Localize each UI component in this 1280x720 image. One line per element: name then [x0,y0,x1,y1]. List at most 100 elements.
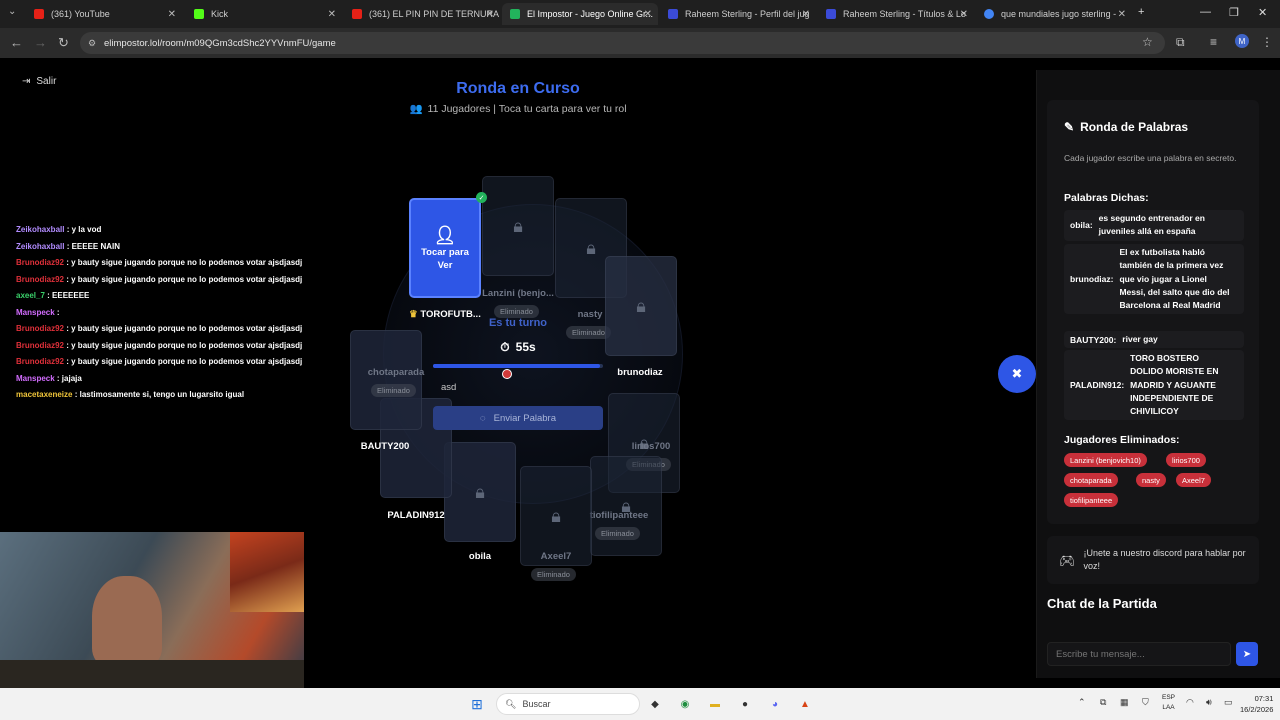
close-window-icon[interactable]: ✕ [1258,6,1267,19]
player-name: chotaparada [367,367,425,378]
tab-google[interactable]: que mundiales jugo sterling - ✕ [976,3,1132,25]
timer-progress-bar [433,364,603,368]
shield-icon[interactable]: ⛉ [1142,697,1149,708]
impostor-icon [510,9,520,19]
loading-spinner-icon: ◌ [480,412,486,424]
player-card-brunodiaz[interactable]: 🔒︎ [605,256,677,356]
word-row: PALADIN912: TORO BOSTERO DOLIDO MORISTE E… [1064,350,1244,421]
tab-impostor[interactable]: El Impostor - Juego Online Gr... ✕ [502,3,658,25]
input-language[interactable]: ESP LAA [1162,693,1175,713]
chat-username: Manspeck [16,373,55,383]
lock-icon: 🔒︎ [513,215,523,236]
close-icon[interactable]: ✕ [960,9,968,20]
word-author: obila: [1070,220,1093,231]
chat-text: : y bauty sigue jugando porque no lo pod… [66,274,303,284]
player-card-obila[interactable]: 🔒︎ [444,442,516,542]
close-icon[interactable]: ✕ [168,9,176,20]
discord-taskbar-icon[interactable]: ◕ [766,695,784,713]
tab-sterling-profile[interactable]: Raheem Sterling - Perfil del jug ✕ [660,3,816,25]
webcam-overlay [0,532,304,688]
taskbar-search[interactable]: 🔍︎ Buscar [496,693,640,715]
discord-banner[interactable]: 🎮︎ ¡Unete a nuestro discord para hablar p… [1047,536,1259,584]
word-row: obila: es segundo entrenador en juveniles… [1064,210,1244,241]
tab-kick[interactable]: Kick ✕ [186,3,342,25]
obs-icon[interactable]: ● [736,695,754,713]
tray-app-icon[interactable]: ▦ [1120,697,1129,708]
menu-dots-icon[interactable]: ⋮ [1261,35,1273,49]
reading-list-icon[interactable]: ≡ [1210,35,1217,49]
search-icon: 🔍︎ [505,698,517,709]
close-icon[interactable]: ✕ [486,9,494,20]
tray-chevron-icon[interactable]: ⌃ [1078,697,1086,708]
eliminated-chip: lirios700 [1166,453,1206,467]
wifi-icon[interactable]: ◠ [1186,697,1194,708]
word-input[interactable] [433,378,603,396]
google-icon [984,9,994,19]
my-role-card[interactable]: 👤︎ Tocar para Ver [409,198,481,298]
new-tab-icon[interactable]: + [1138,6,1144,18]
player-card-tiofili[interactable]: 🔒︎ [590,456,662,556]
tab-pin-pin[interactable]: (361) EL PIN PIN DE TERNURA ✕ [344,3,500,25]
panel-description: Cada jugador escribe una palabra en secr… [1064,153,1237,163]
address-bar[interactable]: ⚙ elimpostor.lol/room/m09QGm3cdShc2YYVnm… [80,32,1165,54]
discord-text: ¡Unete a nuestro discord para hablar por… [1083,548,1246,571]
toggle-panel-button[interactable]: ✖ [998,355,1036,393]
lock-icon: 🔒︎ [586,237,596,258]
taskbar-clock[interactable]: 07:31 16/2/2026 [1240,693,1273,715]
tab-youtube[interactable]: (361) YouTube ✕ [26,3,182,25]
match-chat-heading: Chat de la Partida [1047,596,1157,611]
chrome-icon[interactable]: ◉ [676,695,694,713]
chat-text: : EEEEE NAIN [66,241,121,251]
file-explorer-icon[interactable]: ▬ [706,695,724,713]
tab-label: Raheem Sterling - Perfil del jug [685,9,810,19]
player-card-lanzini[interactable]: 🔒︎ [482,176,554,276]
search-label: Buscar [522,699,551,709]
tab-search-icon[interactable]: ⌄ [8,6,16,17]
volume-icon[interactable]: 🔊︎ [1206,697,1212,708]
close-icon[interactable]: ✕ [328,9,336,20]
chat-message: Zeikohaxball : y la vod [16,222,346,239]
battery-icon[interactable]: ▭ [1224,697,1233,708]
chat-username: Zeikohaxball [16,241,65,251]
network-icon[interactable]: ⧉ [1100,697,1106,708]
close-icon[interactable]: ✕ [1118,9,1126,20]
page-title: Ronda en Curso [456,80,580,97]
close-icon[interactable]: ✕ [802,9,810,20]
player-card-bauty[interactable] [350,330,422,430]
chat-message-input[interactable] [1047,642,1231,666]
windows-taskbar: ⊞ 🔍︎ Buscar ◆ ◉ ▬ ● ◕ ▲ ⌃ ⧉ ▦ ⛉ ESP LAA ◠ … [0,688,1280,720]
chat-username: Brunodiaz92 [16,357,65,366]
close-x-icon: ✖ [1011,366,1023,381]
extensions-icon[interactable]: ⧉ [1176,35,1185,50]
desk-image [0,660,304,688]
close-icon[interactable]: ✕ [644,9,652,20]
game-page: ⇥ Salir Ronda en Curso 👥 11 Jugadores | T… [0,58,1280,688]
brave-icon[interactable]: ▲ [796,695,814,713]
back-icon[interactable]: ← [10,35,23,50]
reload-icon[interactable]: ↻ [58,35,69,51]
maximize-icon[interactable]: ❐ [1229,6,1239,19]
send-message-button[interactable]: ➤ [1236,642,1258,666]
chat-text: : jajaja [56,373,82,383]
site-info-icon[interactable]: ⚙ [88,38,96,49]
player-name: Lanzini (benjo... [482,288,554,299]
send-word-label: Enviar Palabra [493,412,556,424]
minimize-icon[interactable]: — [1200,6,1211,18]
profile-avatar[interactable]: M [1235,34,1249,48]
tab-sterling-titles[interactable]: Raheem Sterling - Títulos & Lo ✕ [818,3,974,25]
tab-label: Kick [211,9,229,19]
teams-icon[interactable]: ◆ [646,695,664,713]
word-author: brunodiaz: [1070,274,1114,285]
youtube-icon [34,9,44,19]
send-icon: ➤ [1242,648,1252,660]
send-word-button[interactable]: ◌ Enviar Palabra [433,406,603,430]
eliminated-badge: Eliminado [595,527,640,540]
pencil-icon: ✎ [1064,120,1075,134]
transfermarkt-icon [668,9,678,19]
windows-start-icon[interactable]: ⊞ [468,695,486,713]
chat-message: Brunodiaz92 : y bauty sigue jugando porq… [16,255,346,272]
lock-icon: 🔒︎ [636,295,646,316]
eliminated-badge: Eliminado [371,384,416,397]
bookmark-star-icon[interactable]: ☆ [1142,35,1153,49]
forward-icon[interactable]: → [34,35,47,50]
